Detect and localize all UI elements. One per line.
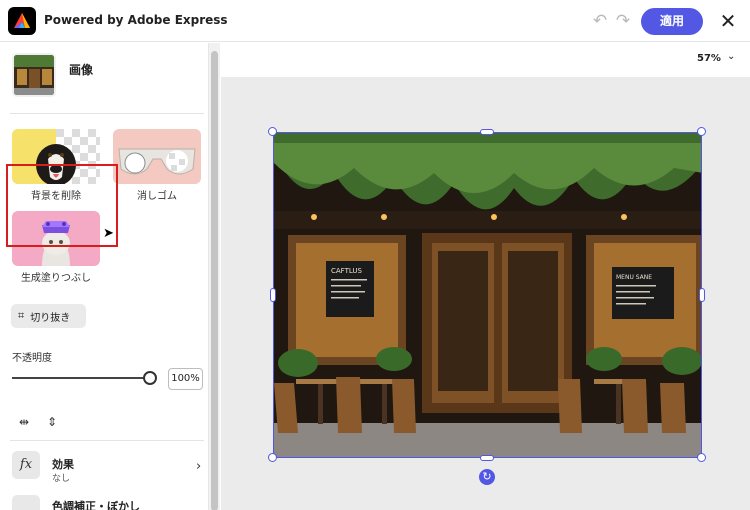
resize-handle-bottom-right[interactable] — [697, 453, 706, 462]
crop-icon: ⌗ — [18, 309, 25, 322]
flip-horizontal-icon[interactable]: ⇹ — [14, 415, 34, 431]
zoom-level[interactable]: 57% — [697, 53, 721, 64]
resize-handle-left[interactable] — [270, 288, 276, 302]
adjustments-icon[interactable] — [12, 495, 40, 510]
right-menu-sign: MENU SANE — [616, 274, 652, 281]
crop-button[interactable]: ⌗ 切り抜き — [11, 304, 86, 328]
section-title: 画像 — [69, 63, 94, 77]
flip-vertical-icon[interactable]: ⇕ — [42, 415, 62, 431]
resize-handle-top-right[interactable] — [697, 127, 706, 136]
undo-icon[interactable]: ↶ — [590, 11, 610, 31]
crop-label: 切り抜き — [30, 312, 71, 324]
sidebar-panel: 画像 背景を削除 消しゴム 生成塗りつぶし ➤ ⌗ 切り抜き 不透明度 100%… — [0, 43, 220, 510]
mouse-cursor-icon: ➤ — [103, 226, 114, 241]
left-menu-sign: CAFTLUS — [331, 267, 363, 275]
resize-handle-bottom[interactable] — [480, 455, 494, 461]
sidebar-scrollbar[interactable] — [208, 43, 220, 510]
apply-button[interactable]: 適用 — [641, 8, 703, 35]
effects-value: なし — [52, 474, 71, 484]
rotate-icon[interactable]: ↻ — [479, 469, 495, 485]
adjustments-title[interactable]: 色調補正・ぼかし — [52, 498, 140, 510]
effects-icon[interactable]: fx — [12, 451, 40, 479]
chevron-down-icon[interactable]: ⌄ — [727, 51, 735, 62]
effects-title[interactable]: 効果 — [52, 456, 74, 472]
eraser-tool[interactable] — [113, 129, 201, 184]
resize-handle-top-left[interactable] — [268, 127, 277, 136]
resize-handle-bottom-left[interactable] — [268, 453, 277, 462]
selection-highlight-box — [6, 164, 118, 247]
image-thumbnail — [12, 53, 56, 97]
adobe-express-logo — [8, 7, 36, 35]
chevron-right-icon[interactable]: › — [196, 459, 201, 474]
top-bar: Powered by Adobe Express ↶ ↷ 適用 ✕ — [0, 0, 750, 42]
app-window: Powered by Adobe Express ↶ ↷ 適用 ✕ 画像 背景を… — [0, 0, 750, 510]
divider — [10, 113, 204, 114]
divider — [10, 440, 204, 441]
generative-fill-label: 生成塗りつぶし — [20, 273, 92, 284]
opacity-slider-track[interactable] — [12, 377, 150, 379]
opacity-label: 不透明度 — [12, 353, 52, 364]
eraser-label: 消しゴム — [137, 191, 177, 202]
cafe-photo[interactable]: CAFTLUS MENU SANE — [273, 132, 702, 458]
resize-handle-right[interactable] — [699, 288, 705, 302]
opacity-value-field[interactable]: 100% — [168, 368, 203, 390]
close-icon[interactable]: ✕ — [716, 9, 740, 33]
resize-handle-top[interactable] — [480, 129, 494, 135]
redo-icon[interactable]: ↷ — [613, 11, 633, 31]
scrollbar-thumb[interactable] — [211, 51, 218, 510]
app-title: Powered by Adobe Express — [44, 13, 228, 27]
opacity-slider-handle[interactable] — [143, 371, 157, 385]
zoom-bar — [221, 43, 750, 77]
